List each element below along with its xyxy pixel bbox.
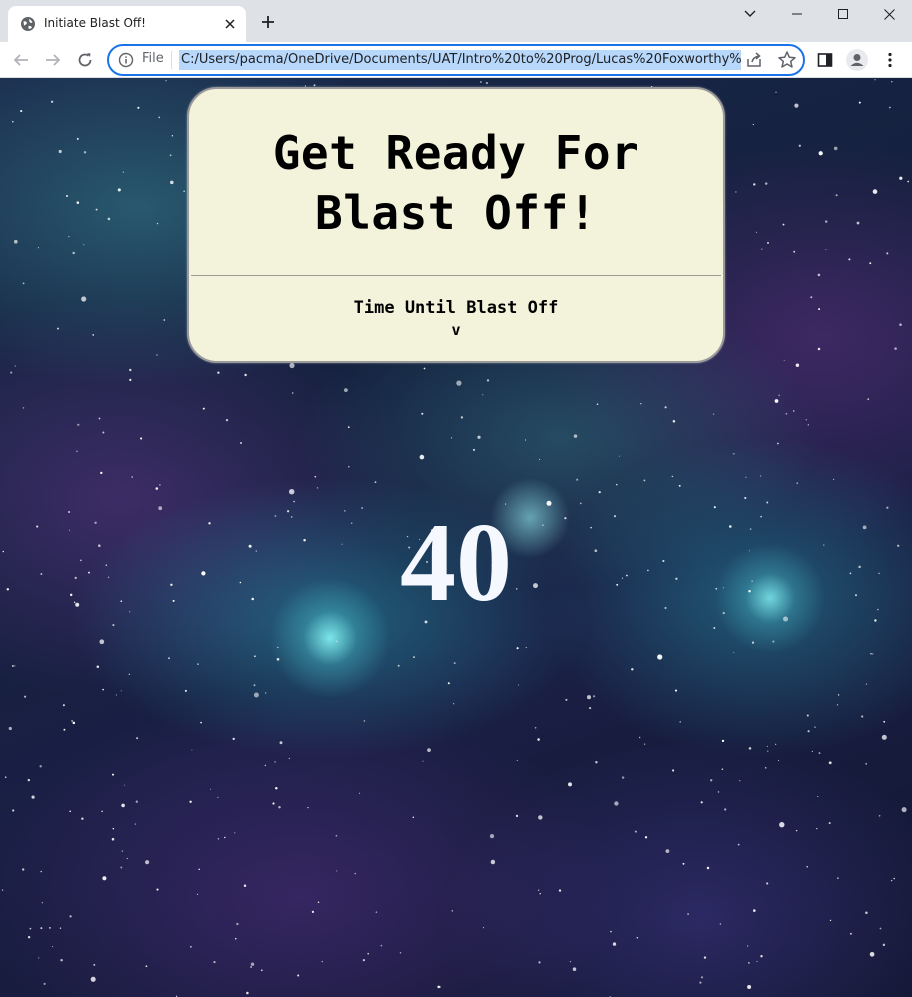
chevron-down-icon <box>744 10 756 17</box>
page-title: Get Ready For Blast Off! <box>272 126 640 240</box>
arrow-right-icon <box>46 54 61 66</box>
close-icon <box>225 19 235 29</box>
card-divider <box>191 275 721 276</box>
globe-icon <box>21 17 35 31</box>
browser-tab[interactable]: Initiate Blast Off! <box>8 6 246 42</box>
close-icon <box>883 8 895 20</box>
minimize-button[interactable] <box>774 0 820 28</box>
window-close-button[interactable] <box>866 0 912 28</box>
new-tab-button[interactable] <box>256 10 280 34</box>
menu-button[interactable] <box>878 48 902 72</box>
side-panel-icon <box>817 53 833 67</box>
omnibox-divider <box>171 51 172 69</box>
header-card: Get Ready For Blast Off! Time Until Blas… <box>187 87 725 363</box>
back-button[interactable] <box>7 46 35 74</box>
browser-toolbar: File C:/Users/pacma/OneDrive/Documents/U… <box>0 42 912 78</box>
share-icon[interactable] <box>745 51 763 69</box>
url-text[interactable]: C:/Users/pacma/OneDrive/Documents/UAT/In… <box>179 50 741 70</box>
countdown-number: 40 <box>400 501 512 625</box>
tab-title: Initiate Blast Off! <box>44 16 146 30</box>
maximize-icon <box>838 9 848 19</box>
page-viewport: Get Ready For Blast Off! Time Until Blas… <box>0 78 912 997</box>
tab-search-button[interactable] <box>727 0 773 28</box>
reload-button[interactable] <box>71 46 99 74</box>
profile-button[interactable] <box>845 48 869 72</box>
more-vertical-icon <box>888 52 892 68</box>
address-bar[interactable]: File C:/Users/pacma/OneDrive/Documents/U… <box>107 44 805 76</box>
tab-close-button[interactable] <box>220 14 240 34</box>
reload-icon <box>78 53 92 67</box>
arrow-left-icon <box>13 54 28 66</box>
tab-strip: Initiate Blast Off! <box>0 0 912 42</box>
info-icon[interactable] <box>118 52 134 68</box>
countdown-label: Time Until Blast Off <box>353 298 559 318</box>
avatar-icon <box>846 49 868 71</box>
security-chip[interactable]: File <box>142 51 164 66</box>
bookmark-star-icon[interactable] <box>777 50 797 70</box>
maximize-button[interactable] <box>820 0 866 28</box>
side-panel-button[interactable] <box>813 48 837 72</box>
plus-icon <box>262 16 274 28</box>
down-arrow-text: v <box>451 321 461 339</box>
minimize-icon <box>792 13 802 15</box>
forward-button[interactable] <box>39 46 67 74</box>
